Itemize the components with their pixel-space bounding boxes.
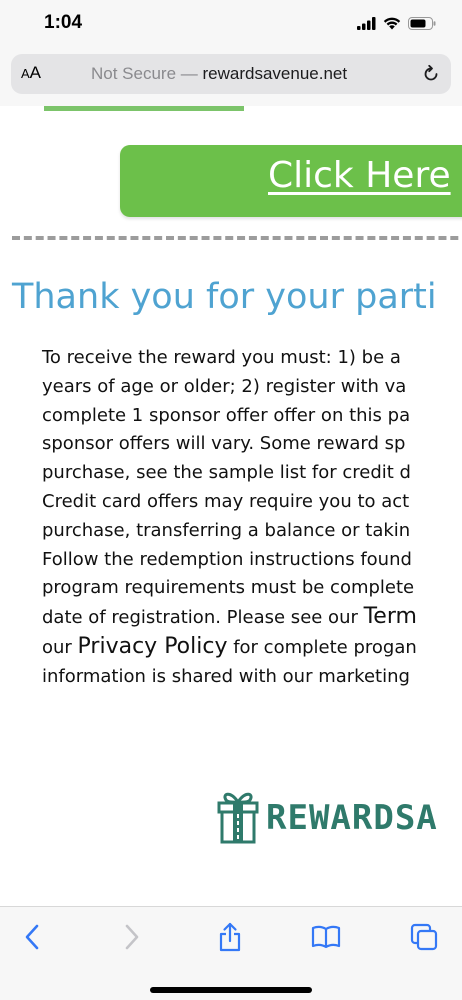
terms-line: information is shared with our marketing (42, 665, 410, 687)
dashed-divider (12, 236, 462, 240)
battery-icon (408, 15, 436, 34)
reader-settings-button[interactable]: AA (21, 63, 41, 83)
back-button[interactable] (12, 923, 52, 955)
status-time: 1:04 (44, 12, 83, 33)
terms-line: years of age or older; 2) register with … (42, 375, 407, 397)
browser-toolbar (0, 906, 462, 1000)
reload-icon[interactable] (421, 64, 441, 88)
share-icon (218, 922, 242, 956)
gift-box-icon (216, 788, 260, 848)
terms-paragraph: To receive the reward you must: 1) be a … (42, 344, 462, 692)
bookmarks-button[interactable] (306, 923, 346, 955)
click-here-button[interactable]: Click Here (120, 145, 462, 217)
terms-line: Follow the redemption instructions found (42, 548, 412, 570)
forward-button[interactable] (112, 923, 152, 955)
terms-line: To receive the reward you must: 1) be a (42, 347, 401, 368)
wifi-icon (383, 15, 401, 34)
status-bar: 1:04 (0, 0, 462, 48)
terms-line: purchase, see the sample list for credit… (42, 462, 411, 484)
terms-line: complete 1 sponsor offer offer on this p… (42, 404, 411, 426)
address-bar[interactable]: AA Not Secure — rewardsavenue.net (11, 54, 451, 94)
terms-line: purchase, transferring a balance or taki… (42, 519, 411, 541)
address-area: AA Not Secure — rewardsavenue.net (0, 48, 462, 106)
forward-icon (124, 924, 140, 954)
share-button[interactable] (210, 922, 250, 956)
bookmarks-icon (311, 925, 341, 953)
back-icon (24, 924, 40, 954)
url-display[interactable]: Not Secure — rewardsavenue.net (91, 64, 391, 84)
terms-line: our Privacy Policy for complete progan (42, 633, 417, 659)
rewards-avenue-logo: REWARDSA (216, 788, 438, 848)
terms-link[interactable]: Term (364, 604, 417, 629)
tabs-icon (410, 923, 438, 955)
terms-line: sponsor offers will vary. Some reward sp (42, 433, 406, 455)
web-page-content: Click Here Thank you for your parti To r… (0, 106, 462, 906)
browser-screen: 1:04 AA Not Secure — rewardsavenue.net C… (0, 0, 462, 1000)
thank-you-heading: Thank you for your parti (12, 277, 437, 317)
home-indicator[interactable] (150, 987, 312, 993)
terms-line: Credit card offers may require you to ac… (42, 490, 410, 512)
terms-line: date of registration. Please see our Ter… (42, 604, 417, 630)
privacy-policy-link[interactable]: Privacy Policy (78, 634, 228, 659)
status-icons (357, 15, 436, 34)
signal-icon (357, 15, 376, 34)
logo-wordmark: REWARDSA (266, 798, 438, 838)
security-label: Not Secure — (91, 64, 198, 83)
terms-line: program requirements must be complete (42, 577, 415, 599)
tabs-button[interactable] (404, 923, 444, 955)
green-progress-strip (44, 106, 244, 111)
click-here-label: Click Here (268, 155, 451, 196)
url-domain: rewardsavenue.net (202, 64, 348, 83)
